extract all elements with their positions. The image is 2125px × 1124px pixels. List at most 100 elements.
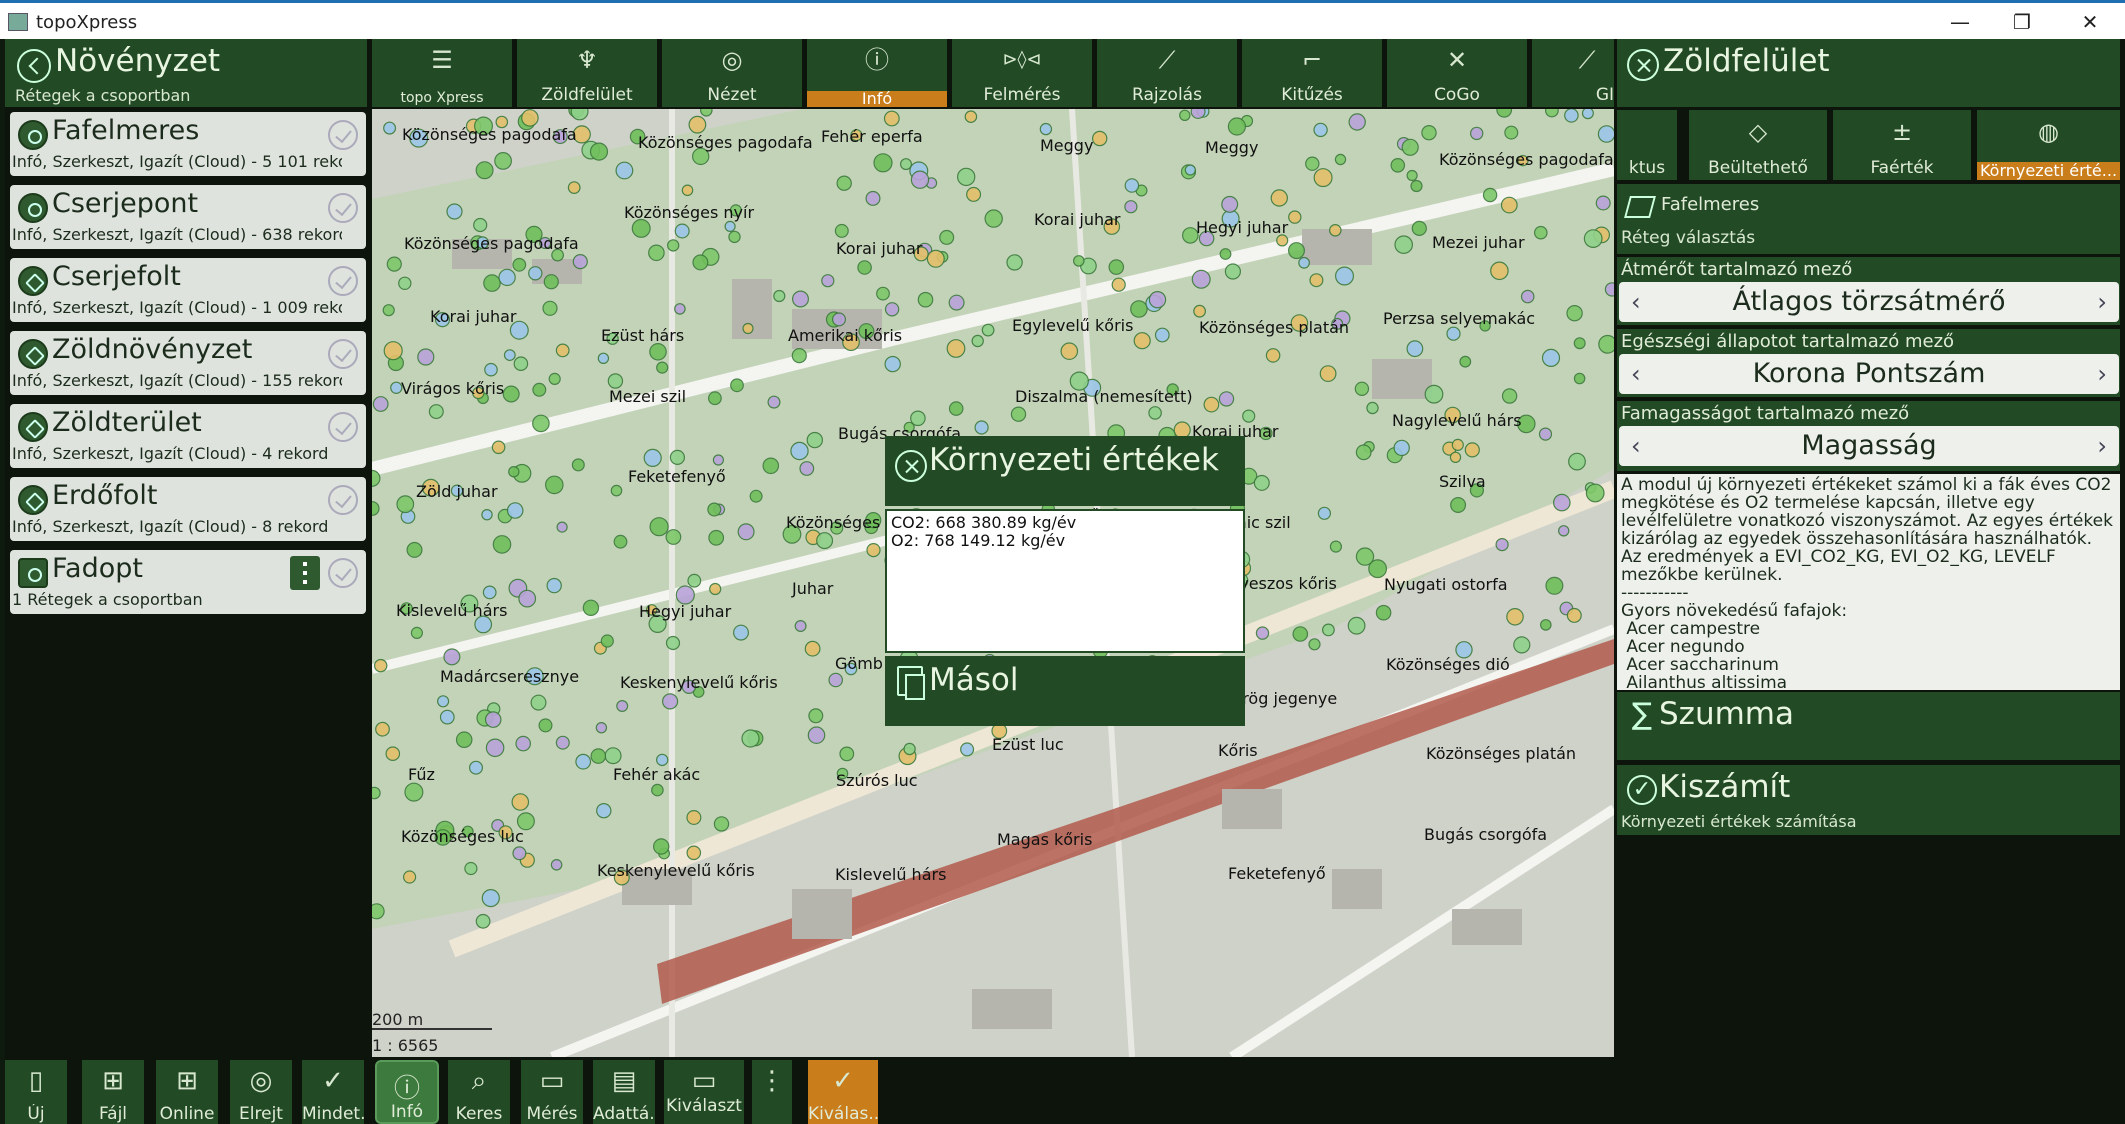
tree-point[interactable] (1598, 334, 1614, 354)
tree-point[interactable] (742, 322, 754, 335)
tree-point[interactable] (443, 648, 461, 666)
tree-point[interactable] (1191, 269, 1211, 289)
tree-point[interactable] (1506, 607, 1524, 626)
tree-point[interactable] (1390, 157, 1406, 173)
tree-point[interactable] (615, 161, 634, 180)
tree-point[interactable] (957, 167, 976, 187)
layer-item-zoldterulet[interactable]: Zöldterület Infó, Szerkeszt, Igazít (Clo… (10, 404, 366, 468)
tree-point[interactable] (532, 414, 550, 433)
tree-point[interactable] (1287, 242, 1305, 260)
tree-point[interactable] (712, 454, 724, 466)
tree-point[interactable] (709, 582, 722, 596)
tree-point[interactable] (692, 254, 709, 271)
tree-point[interactable] (960, 742, 975, 757)
tree-point[interactable] (1406, 340, 1424, 358)
tree-point[interactable] (595, 722, 608, 734)
tree-point[interactable] (1355, 444, 1372, 461)
tree-point[interactable] (728, 230, 741, 244)
tree-point[interactable] (653, 838, 670, 855)
tree-point[interactable] (1322, 623, 1335, 637)
tree-point[interactable] (548, 372, 561, 385)
tree-point[interactable] (1573, 337, 1586, 350)
tree-point[interactable] (808, 708, 824, 724)
tree-point[interactable] (1375, 604, 1392, 621)
tree-point[interactable] (1573, 372, 1586, 385)
tree-point[interactable] (616, 699, 629, 712)
visibility-check-icon[interactable] (328, 193, 358, 223)
tree-point[interactable] (674, 303, 686, 315)
tree-point[interactable] (1604, 282, 1614, 297)
compute-button[interactable]: ✓ Kiszámít Környezeti értékek számítása (1617, 765, 2120, 835)
tree-point[interactable] (648, 244, 665, 262)
tree-point[interactable] (398, 276, 412, 290)
visibility-check-icon[interactable] (328, 120, 358, 150)
tree-point[interactable] (1446, 326, 1461, 341)
tree-point[interactable] (410, 626, 424, 640)
select-button[interactable]: ▭ Kiválaszt (664, 1060, 744, 1124)
tree-point[interactable] (604, 747, 622, 765)
info-tool-button[interactable]: ⓘ Infó (375, 1060, 439, 1124)
tree-point[interactable] (806, 431, 823, 449)
tree-point[interactable] (1450, 497, 1467, 514)
visibility-check-icon[interactable] (328, 266, 358, 296)
tree-point[interactable] (1366, 401, 1379, 415)
layer-item-fadopt[interactable]: Fadopt 1 Rétegek a csoportban (10, 550, 366, 614)
tree-point[interactable] (1319, 365, 1337, 383)
tree-point[interactable] (372, 903, 385, 920)
tree-point[interactable] (1108, 259, 1125, 275)
tree-point[interactable] (1334, 153, 1347, 166)
close-window-button[interactable]: ✕ (2060, 7, 2120, 37)
tree-point[interactable] (1355, 547, 1375, 566)
tree-point[interactable] (613, 534, 628, 549)
tree-point[interactable] (385, 746, 401, 761)
tree-point[interactable] (482, 585, 497, 600)
online-button[interactable]: ⊞ Online (156, 1060, 218, 1124)
tree-point[interactable] (1334, 266, 1354, 286)
layer-item-cserjefolt[interactable]: Cserjefolt Infó, Szerkeszt, Igazít (Clou… (10, 258, 366, 322)
tree-point[interactable] (857, 260, 872, 275)
tab-info[interactable]: ⓘ Infó (807, 39, 947, 107)
tree-point[interactable] (1464, 442, 1480, 458)
tree-point[interactable] (1309, 273, 1324, 288)
tree-point[interactable] (575, 753, 592, 770)
diameter-field-select[interactable]: ‹ Átlagos törzsátmérő › (1619, 282, 2119, 322)
tree-point[interactable] (1504, 125, 1519, 140)
tree-point[interactable] (1410, 179, 1423, 193)
tree-point[interactable] (1566, 304, 1583, 322)
next-arrow-icon[interactable]: › (2097, 360, 2107, 388)
maximize-button[interactable]: ❐ (1992, 7, 2052, 37)
tree-point[interactable] (737, 523, 755, 541)
tree-point[interactable] (1219, 248, 1232, 260)
tree-point[interactable] (1513, 636, 1531, 654)
tree-point[interactable] (555, 343, 570, 358)
tree-point[interactable] (485, 738, 505, 758)
back-icon[interactable] (17, 49, 51, 83)
tree-point[interactable] (749, 489, 763, 503)
tree-point[interactable] (1313, 168, 1333, 188)
tree-point[interactable] (1393, 439, 1410, 457)
tree-point[interactable] (589, 142, 609, 161)
tree-point[interactable] (464, 861, 478, 876)
tree-point[interactable] (503, 349, 516, 362)
tree-point[interactable] (649, 517, 669, 537)
tree-point[interactable] (866, 543, 881, 558)
tree-point[interactable] (1193, 304, 1206, 318)
search-button[interactable]: ⌕ Keres (448, 1060, 510, 1124)
tree-point[interactable] (876, 286, 890, 301)
tree-point[interactable] (1406, 169, 1418, 182)
tree-point[interactable] (455, 731, 473, 748)
tree-point[interactable] (1190, 109, 1206, 119)
tree-point[interactable] (1411, 220, 1427, 237)
tree-point[interactable] (1354, 381, 1370, 396)
tree-point[interactable] (708, 529, 725, 546)
tree-point[interactable] (948, 294, 965, 311)
tree-point[interactable] (1179, 109, 1191, 122)
tree-point[interactable] (741, 729, 760, 748)
tree-point[interactable] (883, 110, 900, 127)
tree-point[interactable] (481, 509, 493, 521)
tree-point[interactable] (832, 312, 847, 327)
visibility-check-icon[interactable] (328, 339, 358, 369)
tree-point[interactable] (372, 786, 381, 800)
tree-point[interactable] (1566, 607, 1582, 623)
tree-point[interactable] (656, 361, 669, 374)
